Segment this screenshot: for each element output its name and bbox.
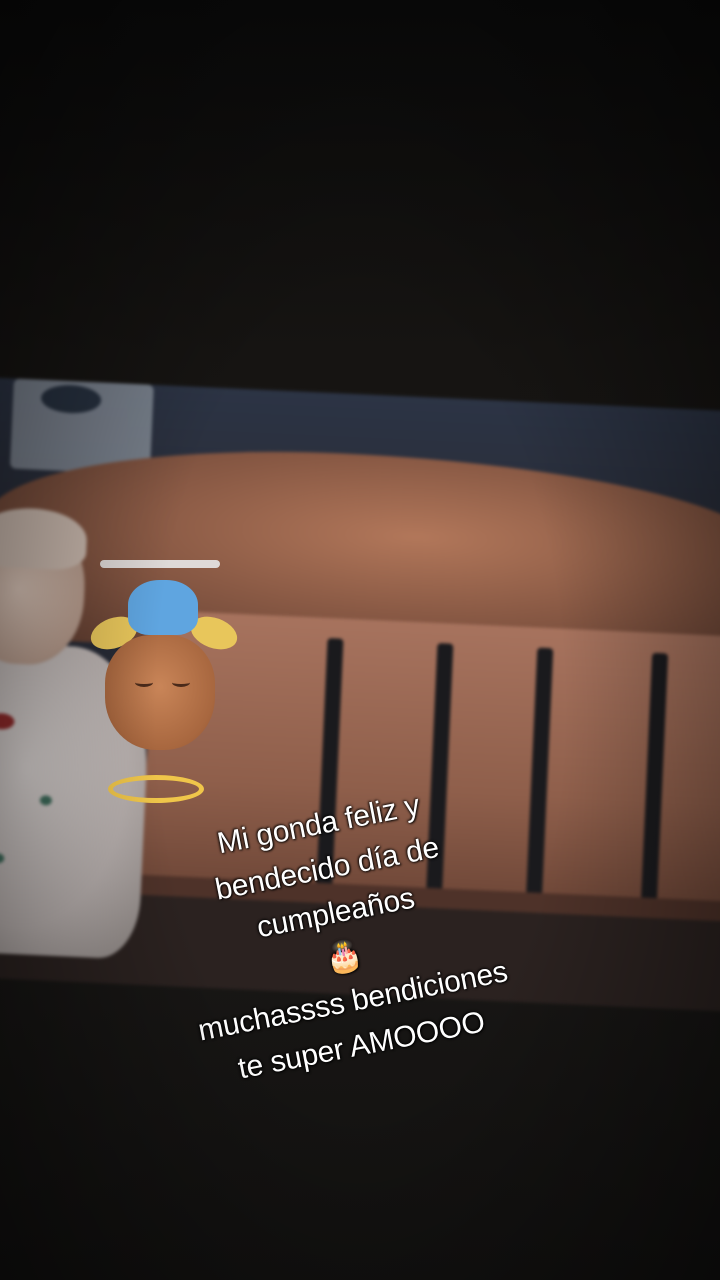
- outfit-pattern: [39, 795, 53, 806]
- outfit-pattern: [0, 853, 5, 864]
- story-frame: Mi gonda feliz y bendecido día de cumple…: [0, 0, 720, 1280]
- propeller-icon: [100, 560, 220, 568]
- outfit-pattern: [0, 712, 15, 730]
- sticker-face: [105, 635, 215, 750]
- eye-icon: [135, 678, 153, 687]
- baby-hat: [0, 506, 89, 571]
- hat-icon: [128, 580, 198, 635]
- angel-bee-sticker: [86, 560, 242, 810]
- halo-icon: [108, 775, 204, 803]
- eye-icon: [172, 678, 190, 687]
